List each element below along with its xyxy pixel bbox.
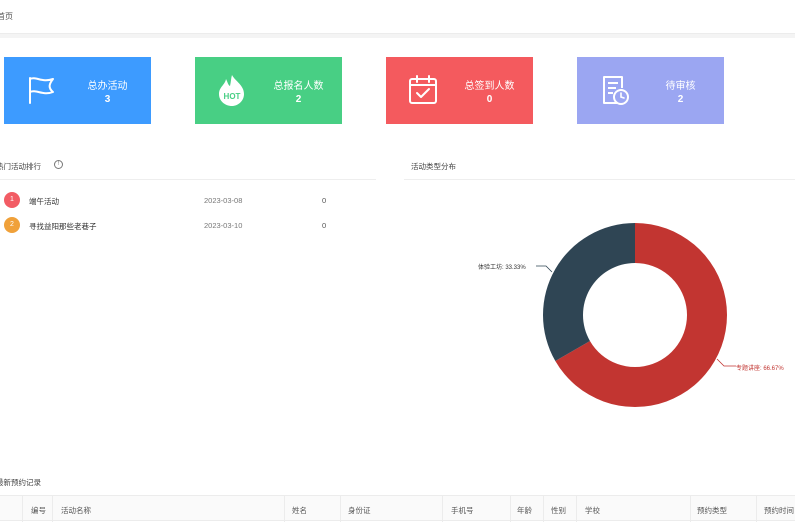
activity-count: 0	[322, 196, 327, 205]
column-divider	[510, 496, 511, 522]
stat-card-total-signups[interactable]: HOT 总报名人数 2	[195, 57, 342, 124]
column-header-age[interactable]: 年龄	[517, 505, 532, 516]
column-divider	[284, 496, 285, 522]
calendar-check-icon	[409, 75, 437, 104]
column-divider	[22, 496, 23, 522]
column-header-name[interactable]: 姓名	[292, 505, 307, 516]
slice-label-dark: 体验工坊: 33.33%	[478, 265, 526, 271]
rank-badge: 2	[4, 217, 20, 233]
donut-chart[interactable]	[530, 210, 740, 420]
breadcrumb[interactable]: 首页	[0, 11, 13, 22]
slice-label-red: 专题讲座: 66.67%	[736, 366, 784, 372]
type-distribution-title: 活动类型分布	[411, 162, 456, 171]
column-header-booking-time[interactable]: 预约时间	[764, 505, 794, 516]
label-leader-line-dark	[536, 265, 553, 273]
column-divider	[756, 496, 757, 522]
records-title: 最新预约记录	[0, 478, 41, 487]
flag-icon	[29, 77, 54, 104]
stat-label: 总办活动	[87, 81, 128, 92]
donut-slice[interactable]	[543, 223, 635, 361]
column-header-activity-name[interactable]: 活动名称	[61, 505, 91, 516]
activity-count: 0	[322, 221, 327, 230]
stat-value: 2	[295, 94, 302, 105]
column-divider	[52, 496, 53, 522]
stat-value: 0	[486, 94, 493, 105]
column-divider	[576, 496, 577, 522]
column-divider	[442, 496, 443, 522]
stat-card-total-checkins[interactable]: 总签到人数 0	[386, 57, 533, 124]
table-header: 编号 活动名称 姓名 身份证 手机号 年龄 性别 学校 预约类型 预约时间	[0, 495, 795, 522]
stat-card-total-activities[interactable]: 总办活动 3	[4, 57, 151, 124]
column-divider	[690, 496, 691, 522]
activity-date: 2023-03-08	[204, 196, 243, 205]
stat-value: 3	[104, 94, 111, 105]
stat-label: 总报名人数	[273, 81, 324, 92]
activity-name: 寻找益阳那些老巷子	[29, 222, 97, 231]
hot-ranking-title: 热门活动排行	[0, 162, 41, 171]
stat-value: 2	[677, 94, 684, 105]
svg-text:HOT: HOT	[224, 92, 241, 101]
column-header-school[interactable]: 学校	[585, 505, 600, 516]
hot-icon: HOT	[219, 75, 244, 106]
stat-label: 总签到人数	[464, 81, 515, 92]
column-header-booking-type[interactable]: 预约类型	[697, 505, 727, 516]
activity-name: 端午活动	[29, 197, 59, 206]
info-icon[interactable]: !	[54, 160, 63, 169]
list-item[interactable]: 1 端午活动 2023-03-08 0	[0, 192, 360, 208]
column-header-gender[interactable]: 性别	[551, 505, 566, 516]
rank-badge: 1	[4, 192, 20, 208]
document-clock-icon	[603, 76, 629, 105]
stat-label: 待审核	[665, 81, 696, 92]
stat-card-pending-review[interactable]: 待审核 2	[577, 57, 724, 124]
column-header-id-card[interactable]: 身份证	[348, 505, 371, 516]
label-leader-line-red	[716, 358, 736, 367]
column-divider	[340, 496, 341, 522]
column-header-id[interactable]: 编号	[31, 505, 46, 516]
type-distribution-divider	[404, 179, 795, 180]
column-header-phone[interactable]: 手机号	[451, 505, 474, 516]
hot-ranking-divider	[0, 179, 376, 180]
column-divider	[543, 496, 544, 522]
top-bar-divider	[0, 34, 795, 38]
activity-date: 2023-03-10	[204, 221, 243, 230]
top-bar: 首页	[0, 0, 795, 34]
list-item[interactable]: 2 寻找益阳那些老巷子 2023-03-10 0	[0, 217, 360, 233]
